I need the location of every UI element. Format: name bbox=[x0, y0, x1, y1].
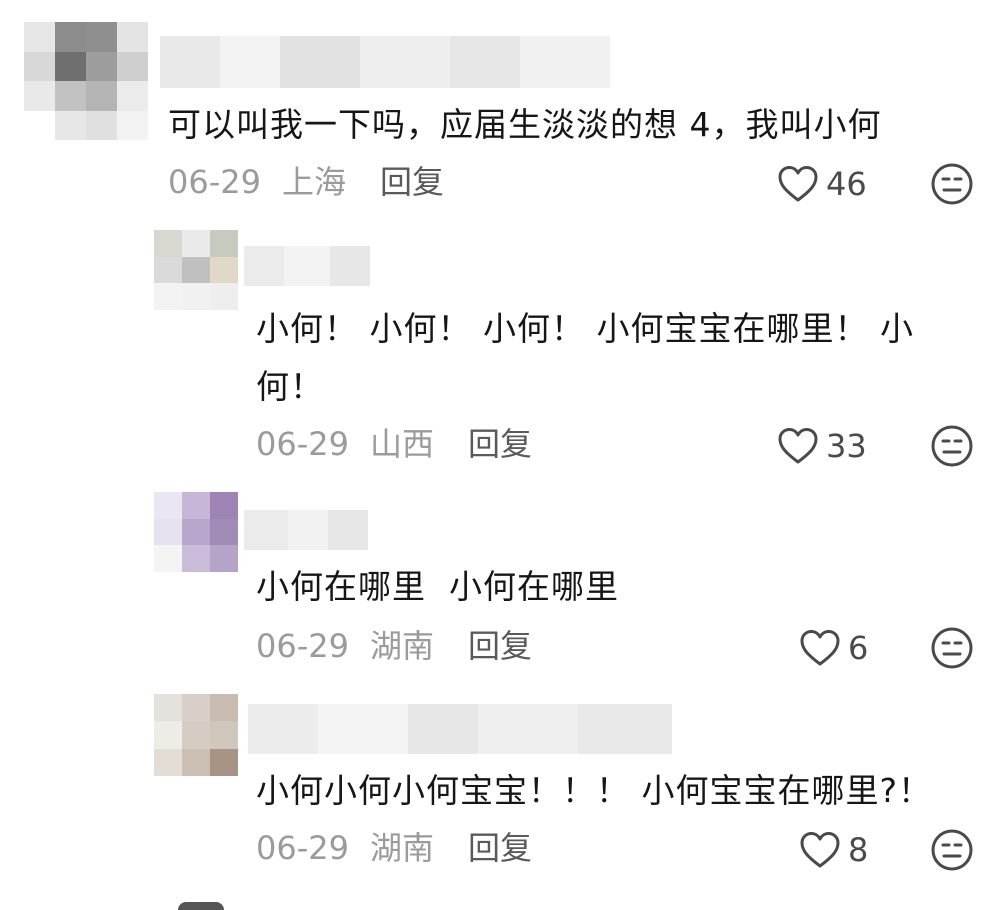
comment-date: 06-29 bbox=[256, 627, 349, 665]
comment-location: 山西 bbox=[370, 425, 435, 463]
comment-text: 小何小何小何宝宝！！！ 小何宝宝在哪里?！ bbox=[256, 771, 933, 810]
avatar[interactable] bbox=[154, 694, 238, 776]
comment-date: 06-29 bbox=[256, 425, 349, 463]
neutral-face-icon[interactable] bbox=[930, 626, 974, 670]
comment-location: 上海 bbox=[282, 163, 347, 201]
reply-button[interactable]: 回复 bbox=[468, 828, 532, 868]
avatar[interactable] bbox=[24, 22, 148, 140]
username[interactable] bbox=[244, 510, 368, 550]
heart-outline-icon[interactable] bbox=[776, 426, 820, 466]
comment-text: 何！ bbox=[256, 367, 324, 406]
comment-text: 可以叫我一下吗，应届生淡淡的想 4，我叫小何 bbox=[168, 105, 882, 144]
like-count: 33 bbox=[826, 427, 867, 465]
avatar[interactable] bbox=[154, 230, 238, 310]
heart-outline-icon[interactable] bbox=[798, 830, 842, 870]
reply-button[interactable]: 回复 bbox=[468, 626, 532, 666]
like-count: 46 bbox=[826, 165, 867, 203]
reply-button[interactable]: 回复 bbox=[380, 162, 444, 202]
comment-date: 06-29 bbox=[168, 163, 261, 201]
heart-outline-icon[interactable] bbox=[776, 164, 820, 204]
heart-outline-icon[interactable] bbox=[798, 628, 842, 668]
neutral-face-icon[interactable] bbox=[930, 424, 974, 468]
comment-text: 小何！ 小何！ 小何！ 小何宝宝在哪里！ 小 bbox=[256, 309, 914, 348]
like-count: 8 bbox=[848, 831, 869, 869]
reply-button[interactable]: 回复 bbox=[468, 424, 532, 464]
comment-date: 06-29 bbox=[256, 829, 349, 867]
avatar[interactable] bbox=[154, 492, 238, 572]
username[interactable] bbox=[248, 704, 672, 754]
comment-location: 湖南 bbox=[370, 627, 435, 665]
comment-text: 小何在哪里 小何在哪里 bbox=[256, 567, 619, 606]
username[interactable] bbox=[244, 246, 370, 286]
like-count: 6 bbox=[848, 629, 869, 667]
username[interactable] bbox=[160, 36, 610, 88]
comment-location: 湖南 bbox=[370, 829, 435, 867]
next-avatar-partial bbox=[178, 902, 224, 910]
neutral-face-icon[interactable] bbox=[930, 162, 974, 206]
neutral-face-icon[interactable] bbox=[930, 828, 974, 872]
